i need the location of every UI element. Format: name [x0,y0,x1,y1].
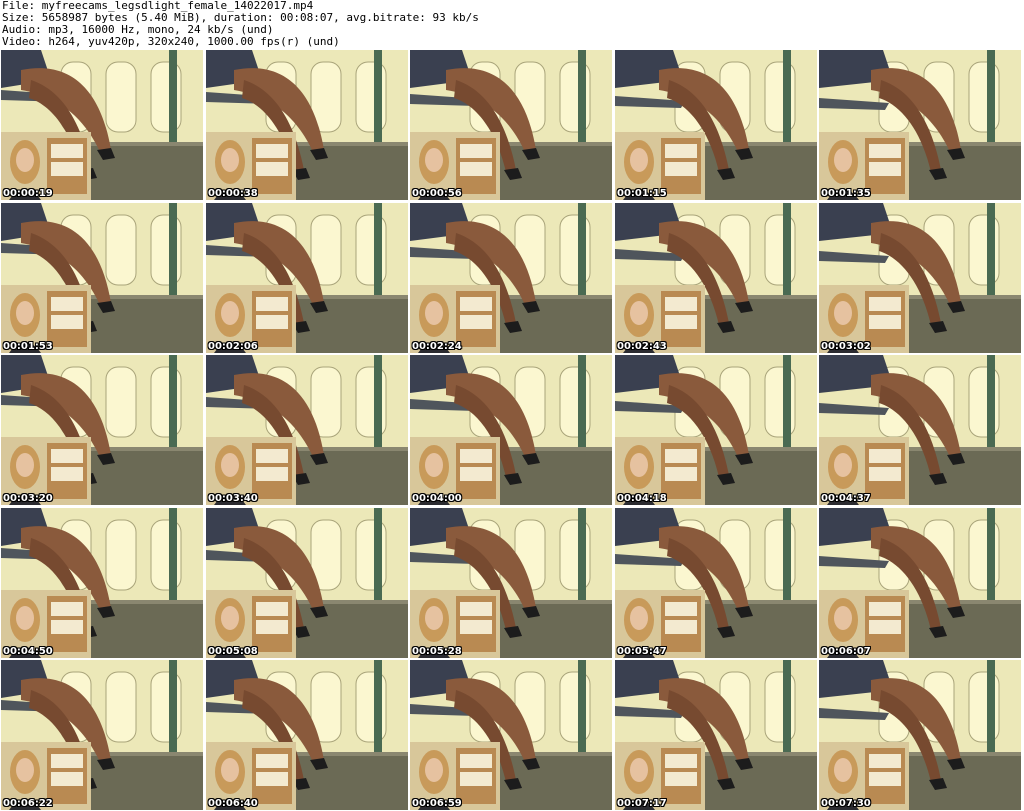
thumbnail-timestamp: 00:02:43 [617,341,667,352]
thumbnail-timestamp: 00:02:24 [412,341,462,352]
thumbnail-timestamp: 00:04:18 [617,493,667,504]
thumbnail-timestamp: 00:00:19 [3,188,53,199]
thumbnail-timestamp: 00:03:02 [821,341,871,352]
thumbnail-scene [206,355,408,505]
thumbnail-scene [410,508,612,658]
video-thumbnail: 00:04:50 [1,508,203,658]
thumbnail-scene [819,203,1021,353]
video-thumbnail: 00:07:17 [615,660,817,810]
thumbnail-scene [615,355,817,505]
video-info-line: Video: h264, yuv420p, 320x240, 1000.00 f… [2,36,340,48]
thumbnail-timestamp: 00:07:17 [617,798,667,809]
video-thumbnail: 00:07:30 [819,660,1021,810]
thumbnail-timestamp: 00:03:20 [3,493,53,504]
thumbnail-scene [819,355,1021,505]
video-thumbnail: 00:06:40 [206,660,408,810]
video-info-header: File: myfreecams_legsdlight_female_14022… [2,0,1020,48]
video-thumbnail: 00:04:37 [819,355,1021,505]
thumbnail-scene [1,203,203,353]
thumbnail-timestamp: 00:06:22 [3,798,53,809]
thumbnail-scene [615,660,817,810]
thumbnail-scene [206,203,408,353]
video-thumbnail: 00:05:47 [615,508,817,658]
thumbnail-timestamp: 00:00:56 [412,188,462,199]
thumbnail-scene [410,355,612,505]
thumbnail-scene [1,50,203,200]
video-thumbnail: 00:04:18 [615,355,817,505]
thumbnail-scene [206,50,408,200]
thumbnail-scene [206,508,408,658]
thumbnail-timestamp: 00:04:00 [412,493,462,504]
thumbnail-timestamp: 00:03:40 [208,493,258,504]
video-thumbnail: 00:01:35 [819,50,1021,200]
thumbnail-timestamp: 00:05:08 [208,646,258,657]
thumbnail-timestamp: 00:01:15 [617,188,667,199]
thumbnail-scene [1,355,203,505]
thumbnail-scene [1,508,203,658]
video-thumbnail: 00:03:02 [819,203,1021,353]
video-thumbnail: 00:06:22 [1,660,203,810]
thumbnail-grid: 00:00:19 00:00:38 00:00:56 00:01:15 00:01:35… [1,50,1021,810]
video-thumbnail: 00:00:19 [1,50,203,200]
thumbnail-scene [819,660,1021,810]
thumbnail-scene [410,203,612,353]
thumbnail-scene [615,203,817,353]
video-thumbnail: 00:01:15 [615,50,817,200]
thumbnail-timestamp: 00:02:06 [208,341,258,352]
thumbnail-timestamp: 00:06:40 [208,798,258,809]
video-thumbnail: 00:03:40 [206,355,408,505]
video-thumbnail: 00:01:53 [1,203,203,353]
thumbnail-timestamp: 00:01:35 [821,188,871,199]
thumbnail-timestamp: 00:04:50 [3,646,53,657]
thumbnail-timestamp: 00:05:47 [617,646,667,657]
thumbnail-timestamp: 00:06:07 [821,646,871,657]
thumbnail-scene [1,660,203,810]
thumbnail-timestamp: 00:01:53 [3,341,53,352]
thumbnail-scene [410,50,612,200]
thumbnail-timestamp: 00:04:37 [821,493,871,504]
video-thumbnail: 00:06:59 [410,660,612,810]
video-thumbnail: 00:00:38 [206,50,408,200]
thumbnail-scene [615,50,817,200]
audio-info-line: Audio: mp3, 16000 Hz, mono, 24 kb/s (und… [2,24,274,36]
video-thumbnail: 00:05:28 [410,508,612,658]
video-thumbnail: 00:02:43 [615,203,817,353]
thumbnail-scene [206,660,408,810]
thumbnail-timestamp: 00:00:38 [208,188,258,199]
file-name-line: File: myfreecams_legsdlight_female_14022… [2,0,314,12]
video-thumbnail: 00:00:56 [410,50,612,200]
thumbnail-scene [819,50,1021,200]
thumbnail-scene [819,508,1021,658]
video-thumbnail: 00:05:08 [206,508,408,658]
video-thumbnail: 00:06:07 [819,508,1021,658]
video-thumbnail: 00:02:24 [410,203,612,353]
thumbnail-timestamp: 00:05:28 [412,646,462,657]
thumbnail-timestamp: 00:07:30 [821,798,871,809]
thumbnail-timestamp: 00:06:59 [412,798,462,809]
thumbnail-scene [615,508,817,658]
file-size-line: Size: 5658987 bytes (5.40 MiB), duration… [2,12,479,24]
video-thumbnail: 00:04:00 [410,355,612,505]
video-thumbnail: 00:02:06 [206,203,408,353]
video-thumbnail: 00:03:20 [1,355,203,505]
thumbnail-scene [410,660,612,810]
